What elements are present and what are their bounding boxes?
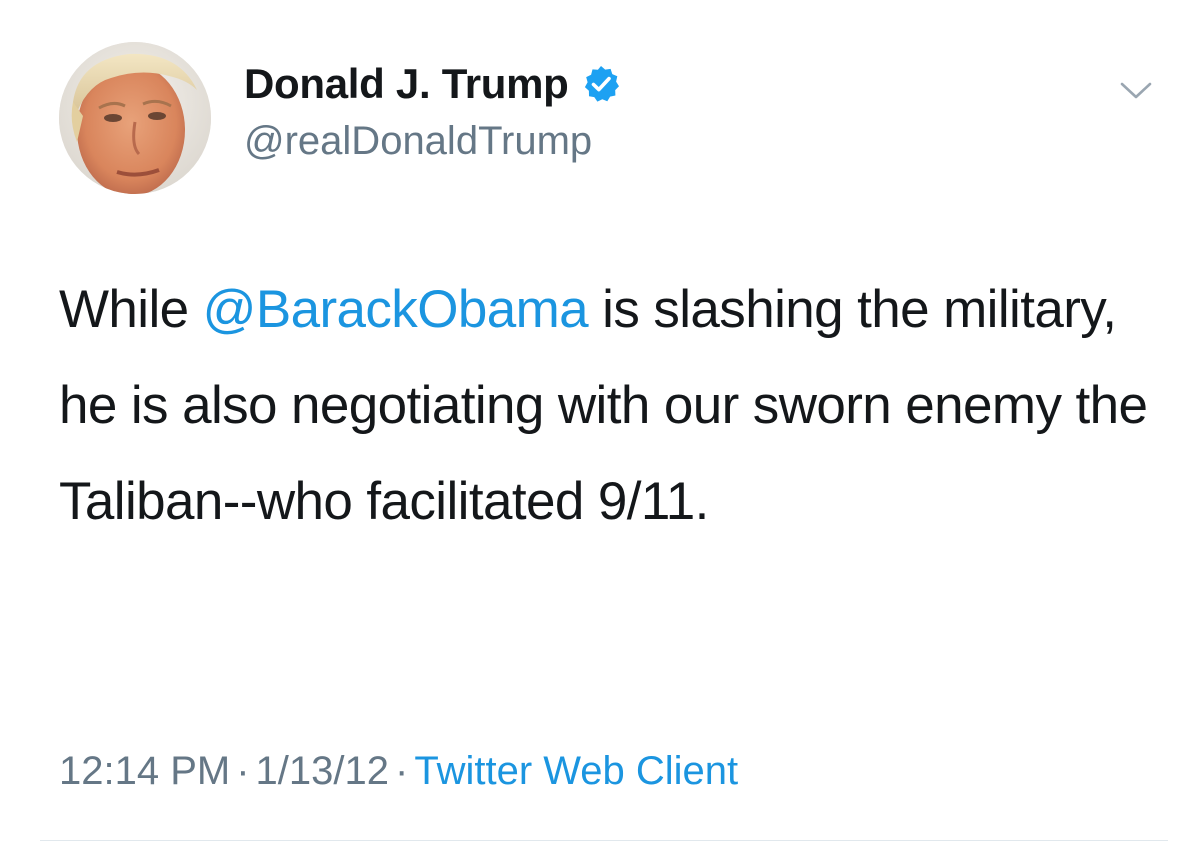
tweet-text-start: While xyxy=(59,280,203,339)
mention-link[interactable]: @BarackObama xyxy=(203,280,589,339)
verified-badge-icon xyxy=(581,64,621,104)
avatar[interactable] xyxy=(59,42,211,194)
display-name[interactable]: Donald J. Trump xyxy=(244,58,569,110)
tweet-text: While @BarackObama is slashing the milit… xyxy=(59,262,1159,550)
tweet-metadata: 12:14 PM · 1/13/12 · Twitter Web Client xyxy=(59,744,738,798)
divider xyxy=(40,840,1168,841)
source-link[interactable]: Twitter Web Client xyxy=(414,749,738,793)
chevron-down-icon[interactable] xyxy=(1116,72,1156,108)
tweet-time[interactable]: 12:14 PM xyxy=(59,749,230,793)
tweet-card: Donald J. Trump @realDonaldTrump While @… xyxy=(0,0,1200,847)
author-name-row[interactable]: Donald J. Trump xyxy=(244,58,621,110)
avatar-photo xyxy=(59,42,211,194)
meta-separator: · xyxy=(236,749,250,793)
meta-separator: · xyxy=(395,749,409,793)
user-handle[interactable]: @realDonaldTrump xyxy=(244,116,592,166)
tweet-date[interactable]: 1/13/12 xyxy=(256,749,389,793)
